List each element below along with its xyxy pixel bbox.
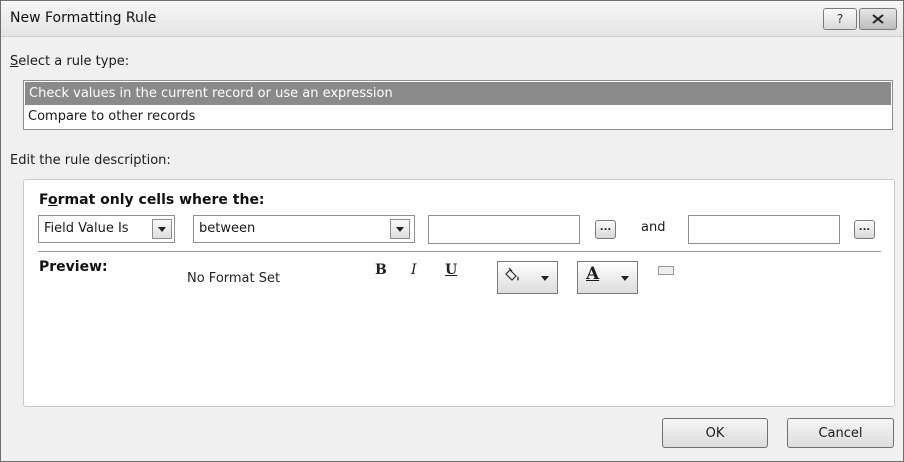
rule-type-label: Select a rule type: — [10, 54, 129, 69]
field-combo[interactable]: Field Value Is — [38, 215, 175, 243]
dialog-title: New Formatting Rule — [10, 10, 157, 26]
value1-builder-button[interactable]: ... — [595, 220, 616, 239]
rule-type-item-expression[interactable]: Check values in the current record or us… — [25, 82, 891, 105]
format-only-label-accesskey: o — [48, 192, 58, 208]
operator-combo-value: between — [199, 221, 256, 236]
and-label: and — [641, 220, 666, 235]
close-button[interactable] — [859, 8, 897, 30]
title-bar: New Formatting Rule ? — [1, 1, 903, 37]
underline-button[interactable]: U — [445, 262, 457, 278]
italic-button[interactable]: I — [411, 262, 417, 278]
value2-input[interactable] — [688, 215, 840, 244]
close-icon — [872, 14, 884, 24]
divider — [38, 251, 881, 252]
format-only-label-pre: F — [39, 192, 48, 208]
edit-icon[interactable] — [658, 266, 674, 275]
chevron-down-icon — [158, 226, 166, 232]
help-icon: ? — [836, 12, 844, 26]
format-only-label: Format only cells where the: — [39, 192, 265, 208]
rule-description-label: Edit the rule description: — [10, 153, 171, 168]
ellipsis-icon: ... — [599, 222, 612, 233]
rule-description-panel: Format only cells where the: Field Value… — [23, 179, 895, 407]
cancel-button[interactable]: Cancel — [787, 418, 894, 448]
fill-color-button[interactable] — [497, 261, 558, 294]
new-formatting-rule-dialog: New Formatting Rule ? Select a rule type… — [0, 0, 904, 462]
chevron-down-icon — [541, 276, 549, 281]
font-color-button[interactable]: A — [577, 261, 638, 294]
rule-type-list[interactable]: Check values in the current record or us… — [23, 80, 893, 130]
preview-text: No Format Set — [187, 271, 281, 286]
field-combo-value: Field Value Is — [44, 221, 129, 236]
format-only-label-text: rmat only cells where the: — [57, 192, 265, 208]
ok-button[interactable]: OK — [662, 418, 768, 448]
fill-color-icon — [505, 267, 519, 281]
rule-type-item-compare[interactable]: Compare to other records — [24, 105, 892, 128]
chevron-down-icon — [621, 276, 629, 281]
operator-combo-dropdown-button[interactable] — [390, 219, 410, 239]
operator-combo[interactable]: between — [193, 215, 415, 243]
rule-type-label-text: elect a rule type: — [18, 54, 130, 69]
field-combo-dropdown-button[interactable] — [152, 219, 172, 239]
ellipsis-icon: ... — [858, 222, 871, 233]
font-color-icon: A — [586, 264, 600, 284]
chevron-down-icon — [396, 226, 404, 232]
preview-label: Preview: — [39, 259, 108, 275]
value2-builder-button[interactable]: ... — [854, 220, 875, 239]
help-button[interactable]: ? — [823, 8, 857, 30]
value1-input[interactable] — [428, 215, 580, 244]
bold-button[interactable]: B — [375, 262, 387, 278]
